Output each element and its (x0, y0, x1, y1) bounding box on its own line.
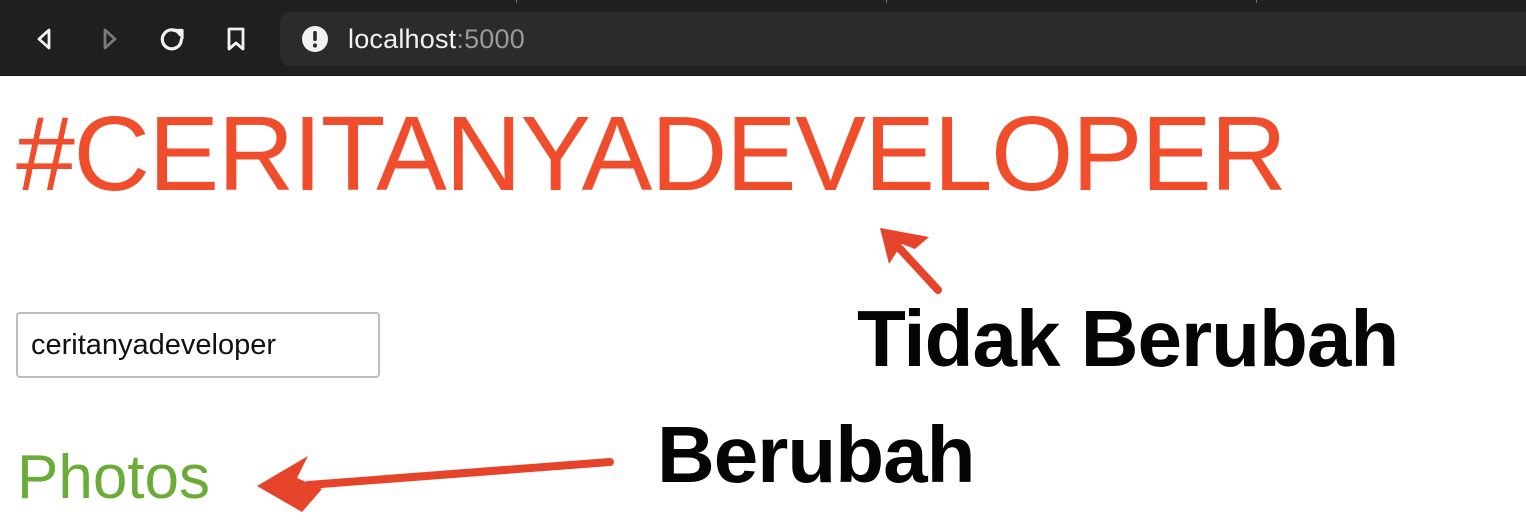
browser-window: localhost:5000 #CERITANYADEVELOPER Photo… (0, 0, 1526, 530)
url-port: :5000 (456, 24, 525, 54)
tab-separator (1256, 0, 1257, 3)
forward-button[interactable] (92, 22, 126, 56)
back-button[interactable] (28, 22, 62, 56)
url-host: localhost (348, 24, 457, 54)
annotation-arrow-up (880, 228, 942, 294)
back-arrow-icon (37, 28, 51, 50)
annotation-changed: Berubah (657, 410, 975, 499)
annotation-unchanged: Tidak Berubah (857, 294, 1399, 383)
info-icon[interactable] (301, 25, 329, 53)
text-input[interactable] (16, 312, 380, 378)
forward-arrow-icon (103, 28, 117, 50)
annotation-arrow-left (257, 456, 614, 512)
photos-link[interactable]: Photos (17, 440, 210, 516)
reload-button[interactable] (155, 22, 189, 56)
bookmark-icon (227, 27, 245, 51)
address-bar[interactable]: localhost:5000 (280, 12, 1526, 66)
reload-icon (160, 28, 184, 51)
browser-toolbar: localhost:5000 (0, 0, 1526, 76)
bookmark-button[interactable] (219, 22, 253, 56)
tab-separator (516, 0, 517, 3)
page-heading: #CERITANYADEVELOPER (16, 95, 1287, 213)
url-text[interactable]: localhost:5000 (348, 24, 525, 54)
tab-separator (886, 0, 887, 3)
tab-strip-separators (0, 0, 1526, 3)
